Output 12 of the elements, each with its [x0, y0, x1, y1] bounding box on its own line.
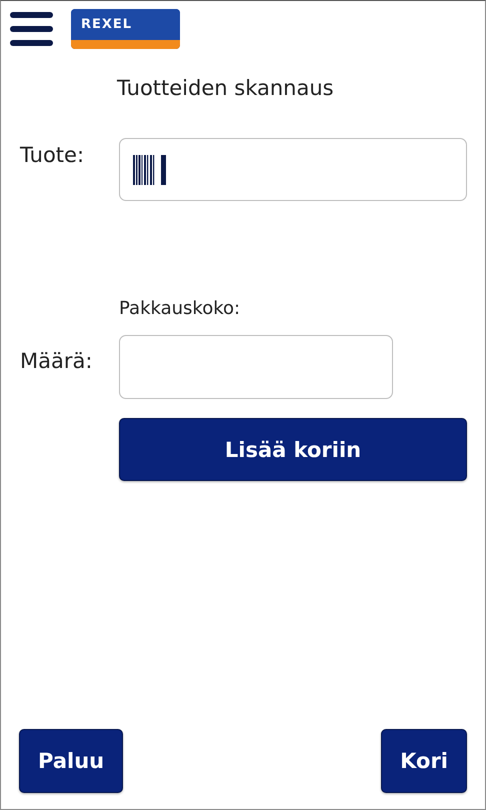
logo: REXEL — [71, 9, 180, 49]
back-button[interactable]: Paluu — [19, 729, 124, 793]
quantity-field[interactable] — [119, 335, 393, 399]
field-label: Tuote: — [20, 143, 86, 167]
menu-icon[interactable] — [10, 12, 53, 46]
page-title: Tuotteiden skannaus — [117, 76, 335, 102]
package-size-label: Pakkauskoko: — [119, 298, 242, 321]
cart-button[interactable]: Kori — [381, 729, 467, 793]
barcode-icon — [133, 154, 167, 184]
product-field[interactable] — [119, 138, 467, 201]
add-to-cart-button[interactable]: Lisää koriin — [119, 418, 467, 481]
field-label: Määrä: — [20, 348, 94, 372]
